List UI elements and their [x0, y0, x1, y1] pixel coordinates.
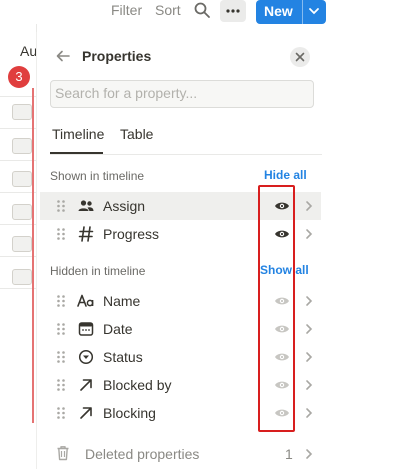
- row-divider: [0, 96, 36, 97]
- property-name: Name: [103, 293, 141, 309]
- view-tabs: Timeline Table: [50, 124, 322, 155]
- trash-icon: [57, 446, 69, 461]
- hidden-section-label: Hidden in timeline: [50, 264, 146, 278]
- chevron-right-icon[interactable]: [302, 322, 316, 336]
- calendar-icon: [78, 322, 94, 336]
- property-name: Blocked by: [103, 377, 172, 393]
- chevron-right-icon[interactable]: [302, 350, 316, 364]
- toolbar: Filter Sort New: [0, 0, 410, 24]
- sort-button[interactable]: Sort: [155, 2, 181, 18]
- property-name: Status: [103, 349, 143, 365]
- back-arrow-icon[interactable]: [12, 104, 32, 120]
- chevron-right-icon[interactable]: [302, 294, 316, 308]
- back-arrow-icon[interactable]: [12, 171, 32, 187]
- deleted-properties-row[interactable]: Deleted properties 1: [40, 442, 321, 466]
- drag-handle-icon[interactable]: [56, 294, 66, 308]
- row-divider: [0, 160, 36, 161]
- new-button-label: New: [264, 3, 293, 19]
- row-divider: [0, 224, 36, 225]
- chevron-right-icon[interactable]: [302, 378, 316, 392]
- property-search-input[interactable]: [51, 81, 305, 105]
- panel-title: Properties: [82, 48, 152, 64]
- relation-arrow-icon: [80, 379, 92, 391]
- tab-table[interactable]: Table: [120, 126, 153, 142]
- property-search: [50, 80, 314, 108]
- property-name: Blocking: [103, 405, 156, 421]
- column-header: Au: [20, 43, 38, 59]
- annotation-highlight-box: [258, 185, 295, 432]
- more-options-button[interactable]: [220, 0, 246, 22]
- today-badge: 3: [8, 66, 30, 88]
- row-divider: [0, 192, 36, 193]
- chevron-right-icon[interactable]: [302, 199, 316, 213]
- back-arrow-icon[interactable]: [12, 236, 32, 252]
- hide-all-button[interactable]: Hide all: [264, 168, 307, 182]
- new-button-divider: [302, 0, 303, 24]
- active-tab-indicator: [50, 152, 103, 154]
- filter-button[interactable]: Filter: [111, 2, 142, 18]
- close-button[interactable]: [290, 47, 310, 67]
- text-icon: [77, 294, 94, 307]
- close-icon: [295, 52, 305, 62]
- drag-handle-icon[interactable]: [56, 406, 66, 420]
- drag-handle-icon[interactable]: [56, 322, 66, 336]
- today-line: [32, 88, 34, 423]
- back-arrow-icon[interactable]: [55, 48, 71, 64]
- property-name: Date: [103, 321, 133, 337]
- background-board: Au 3: [0, 24, 38, 424]
- chevron-down-icon[interactable]: [306, 3, 322, 19]
- relation-arrow-icon: [80, 407, 92, 419]
- search-icon[interactable]: [193, 1, 211, 19]
- new-button[interactable]: New: [256, 0, 326, 24]
- ellipsis-icon: [226, 9, 240, 13]
- shown-section-label: Shown in timeline: [50, 169, 145, 183]
- property-name: Progress: [103, 226, 160, 242]
- back-arrow-icon[interactable]: [12, 204, 32, 220]
- drag-handle-icon[interactable]: [56, 227, 66, 241]
- row-divider: [0, 128, 36, 129]
- deleted-properties-label: Deleted properties: [85, 446, 200, 462]
- row-divider: [0, 256, 36, 257]
- properties-panel: Properties Timeline Table Shown in timel…: [36, 32, 410, 469]
- row-divider: [0, 288, 36, 289]
- chevron-right-icon[interactable]: [302, 406, 316, 420]
- status-icon: [78, 349, 94, 365]
- drag-handle-icon[interactable]: [56, 378, 66, 392]
- people-icon: [78, 200, 94, 211]
- tab-timeline[interactable]: Timeline: [52, 126, 104, 142]
- property-name: Assign: [103, 198, 146, 214]
- number-icon: [78, 226, 94, 242]
- deleted-properties-count: 1: [285, 446, 293, 462]
- back-arrow-icon[interactable]: [12, 138, 32, 154]
- drag-handle-icon[interactable]: [56, 350, 66, 364]
- chevron-right-icon: [306, 449, 313, 459]
- chevron-right-icon[interactable]: [302, 227, 316, 241]
- back-arrow-icon[interactable]: [12, 269, 32, 285]
- drag-handle-icon[interactable]: [56, 199, 66, 213]
